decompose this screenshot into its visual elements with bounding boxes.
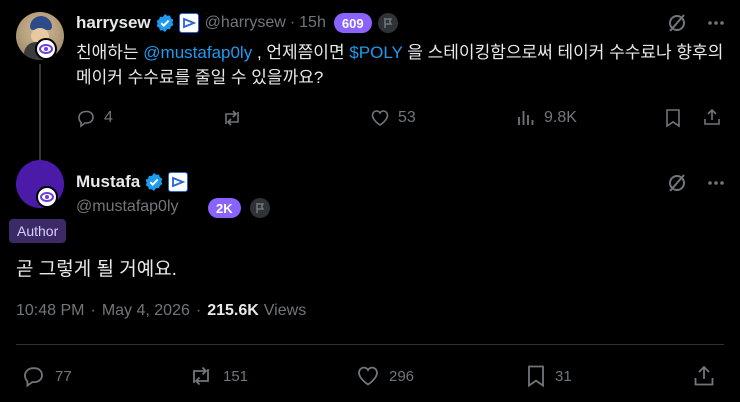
tweet-text: 곧 그렇게 될 거예요.	[16, 259, 177, 280]
thread-line	[39, 64, 41, 164]
like-count: 296	[389, 367, 415, 385]
separator: ·	[289, 14, 296, 31]
share-icon	[704, 108, 720, 125]
reply-tweet[interactable]: harrysew @harrysew · 15h 609 친애하는 @musta…	[0, 0, 740, 164]
verified-icon	[155, 13, 175, 33]
views-count: 215.6K	[207, 302, 259, 319]
timestamp[interactable]: 15h	[299, 14, 326, 32]
share-button[interactable]	[702, 107, 722, 127]
tweet-meta: 10:48 PM · May 4, 2026 · 215.6K Views	[16, 302, 306, 320]
tweet-date[interactable]: May 4, 2026	[102, 302, 190, 320]
reply-top-actions	[666, 12, 726, 34]
more-icon[interactable]	[706, 173, 726, 193]
comment-icon	[24, 367, 43, 388]
score-badge[interactable]: 609	[333, 13, 372, 33]
reply-text: 친애하는 @mustafap0ly , 언제쯤이면 $POLY 을 스테이킹함으…	[76, 43, 724, 87]
bookmark-button[interactable]	[664, 108, 682, 128]
display-name[interactable]: harrysew	[76, 13, 151, 33]
handle[interactable]: @harrysew	[205, 14, 286, 32]
bookmark-count: 31	[555, 367, 572, 385]
views-icon	[518, 111, 534, 125]
repost-icon	[225, 110, 239, 126]
bookmark-icon	[528, 365, 544, 388]
handle[interactable]: @mustafap0ly	[76, 198, 179, 216]
main-top-actions	[666, 172, 726, 194]
share-button[interactable]	[692, 364, 716, 388]
reply-button[interactable]: 4	[76, 108, 113, 128]
flag-icon[interactable]	[250, 198, 270, 218]
cashtag-link[interactable]: $POLY	[349, 43, 402, 62]
bookmark-button[interactable]: 31	[526, 364, 572, 388]
tweet-time[interactable]: 10:48 PM	[16, 302, 84, 320]
affiliate-badge-icon[interactable]	[178, 13, 199, 33]
more-icon[interactable]	[706, 13, 726, 33]
views-button[interactable]: 9.8K	[516, 108, 577, 128]
repost-count: 151	[223, 367, 249, 385]
repost-button[interactable]	[221, 108, 243, 128]
separator: ·	[90, 302, 96, 319]
views-label: Views	[263, 302, 307, 319]
reply-button[interactable]: 77	[22, 364, 72, 388]
repost-button[interactable]: 151	[188, 364, 248, 388]
grok-icon[interactable]	[666, 12, 688, 34]
heart-icon	[371, 110, 389, 126]
like-button[interactable]: 296	[356, 364, 414, 388]
divider	[16, 344, 724, 345]
affiliate-badge-icon[interactable]	[168, 172, 189, 192]
comment-icon	[78, 110, 94, 128]
like-button[interactable]: 53	[370, 108, 416, 128]
eye-badge-icon	[35, 38, 57, 60]
reply-header: harrysew @harrysew · 15h 609	[76, 13, 398, 33]
main-header: Mustafa	[76, 172, 189, 192]
verified-icon	[144, 172, 164, 192]
reply-count: 4	[104, 109, 113, 126]
heart-icon	[358, 366, 378, 386]
score-badge[interactable]: 2K	[208, 198, 241, 218]
author-label: Author	[9, 219, 67, 243]
grok-icon[interactable]	[666, 172, 688, 194]
views-count: 9.8K	[544, 109, 577, 126]
like-count: 53	[398, 109, 416, 126]
main-subheader: @mustafap0ly	[76, 198, 179, 216]
repost-icon	[193, 366, 209, 386]
display-name[interactable]: Mustafa	[76, 172, 140, 192]
reply-count: 77	[55, 367, 72, 385]
bookmark-icon	[666, 109, 680, 128]
share-icon	[694, 365, 714, 386]
eye-badge-icon	[36, 186, 58, 208]
separator: ·	[195, 302, 202, 319]
flag-icon[interactable]	[377, 13, 398, 33]
mention-link[interactable]: @mustafap0ly	[143, 43, 252, 62]
